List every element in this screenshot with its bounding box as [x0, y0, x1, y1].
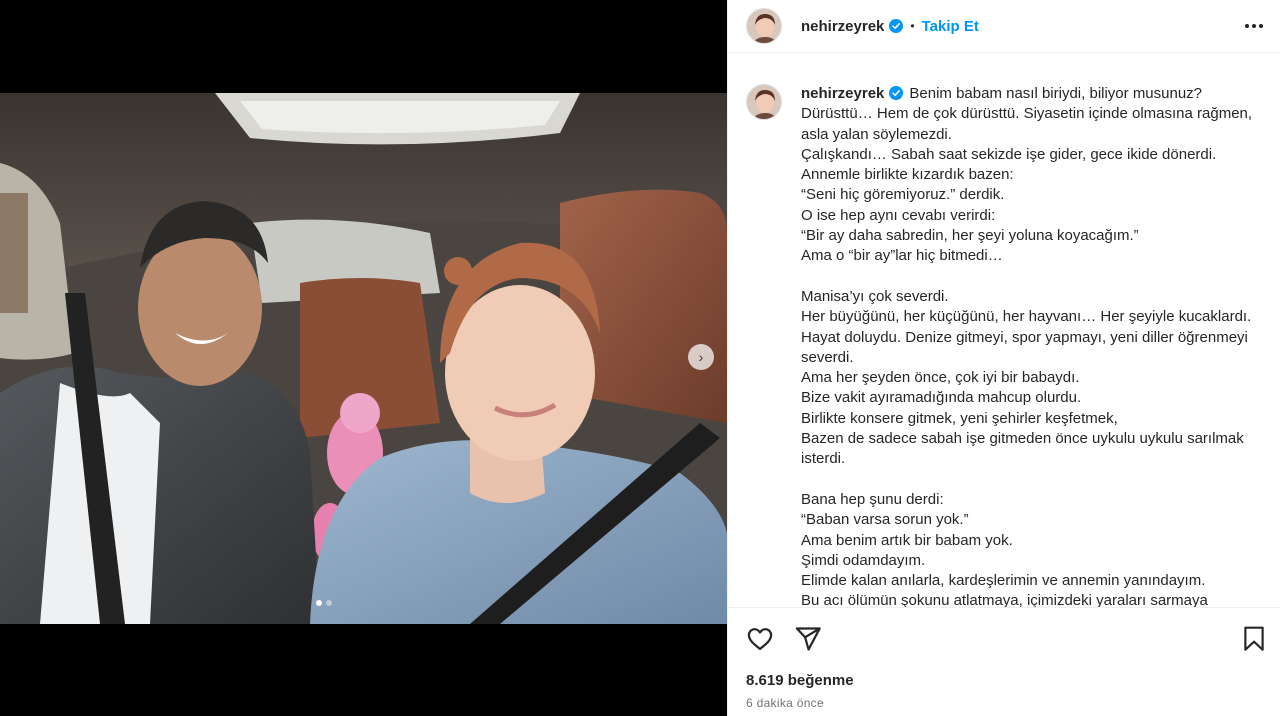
caption-line: Bize vakit ayıramadığında mahcup olurdu.: [801, 389, 1082, 407]
next-slide-button[interactable]: ›: [688, 344, 714, 370]
caption-line: Ama o “bir ay”lar hiç bitmedi…: [801, 247, 1003, 265]
heart-icon[interactable]: [746, 625, 774, 653]
caption-line: O ise hep aynı cevabı verirdi:: [801, 206, 996, 224]
caption-scroll-area[interactable]: nehirzeyrek Benim babam nasıl biriydi, bi…: [728, 60, 1280, 607]
chevron-right-icon: ›: [698, 349, 704, 365]
caption-line: Şimdi odamdayım.: [801, 551, 926, 569]
media-pane: ›: [0, 0, 727, 716]
avatar[interactable]: [746, 8, 782, 44]
separator-dot: •: [910, 19, 915, 33]
username[interactable]: nehirzeyrek: [801, 18, 884, 35]
carousel-dot: [326, 600, 332, 606]
post-photo[interactable]: [0, 93, 727, 624]
caption-line: Bazen de sadece sabah işe gitmeden önce …: [801, 430, 1244, 448]
bookmark-icon[interactable]: [1241, 625, 1267, 653]
caption-line: Dürüsttü… Hem de çok dürüsttü. Siyasetin…: [801, 105, 1253, 123]
caption-line: Ama benim artık bir babam yok.: [801, 531, 1013, 549]
caption-line: severdi.: [801, 348, 854, 366]
caption-line: Çalışkandı… Sabah saat sekizde işe gider…: [801, 145, 1217, 163]
caption-line: “Bir ay daha sabredin, her şeyi yoluna k…: [801, 227, 1139, 245]
carousel-indicator: [316, 600, 332, 606]
likes-count[interactable]: 8.619 beğenme: [746, 672, 854, 689]
post-side-panel: nehirzeyrek • Takip Et nehirzeyrek Benim…: [727, 0, 1280, 716]
caption-text: nehirzeyrek Benim babam nasıl biriydi, bi…: [801, 84, 1265, 607]
follow-button[interactable]: Takip Et: [922, 18, 979, 35]
caption-line: Bana hep şunu derdi:: [801, 490, 944, 508]
caption-username[interactable]: nehirzeyrek: [801, 85, 884, 102]
verified-badge-icon: [889, 86, 904, 100]
caption-line: Annemle birlikte kızardık bazen:: [801, 166, 1014, 184]
caption-line: Ama her şeyden önce, çok iyi bir babaydı…: [801, 369, 1080, 387]
caption-line: Elimde kalan anılarla, kardeşlerimin ve …: [801, 572, 1206, 590]
post-timestamp[interactable]: 6 dakika önce: [746, 696, 824, 710]
verified-badge-icon: [889, 19, 904, 33]
more-options-icon[interactable]: [1242, 16, 1266, 36]
caption-line: “Seni hiç göremiyoruz.” derdik.: [801, 186, 1005, 204]
caption-line: Her büyüğünü, her küçüğünü, her hayvanı……: [801, 308, 1252, 326]
share-icon[interactable]: [794, 625, 822, 653]
caption-line: Manisa’yı çok severdi.: [801, 287, 949, 305]
caption-line: Birlikte konsere gitmek, yeni şehirler k…: [801, 409, 1118, 427]
post-actions: 8.619 beğenme 6 dakika önce: [728, 607, 1280, 716]
caption-line: “Baban varsa sorun yok.”: [801, 511, 969, 529]
caption-line: Benim babam nasıl biriydi, biliyor musun…: [909, 85, 1203, 102]
post-header: nehirzeyrek • Takip Et: [728, 0, 1280, 53]
carousel-dot: [316, 600, 322, 606]
caption-line: asla yalan söylemezdi.: [801, 125, 952, 143]
caption: nehirzeyrek Benim babam nasıl biriydi, bi…: [746, 84, 1265, 607]
avatar[interactable]: [746, 84, 782, 120]
caption-line: Hayat doluydu. Denize gitmeyi, spor yapm…: [801, 328, 1248, 346]
caption-line: isterdi.: [801, 450, 846, 468]
caption-line: Bu acı ölümün şokunu atlatmaya, içimizde…: [801, 592, 1208, 607]
